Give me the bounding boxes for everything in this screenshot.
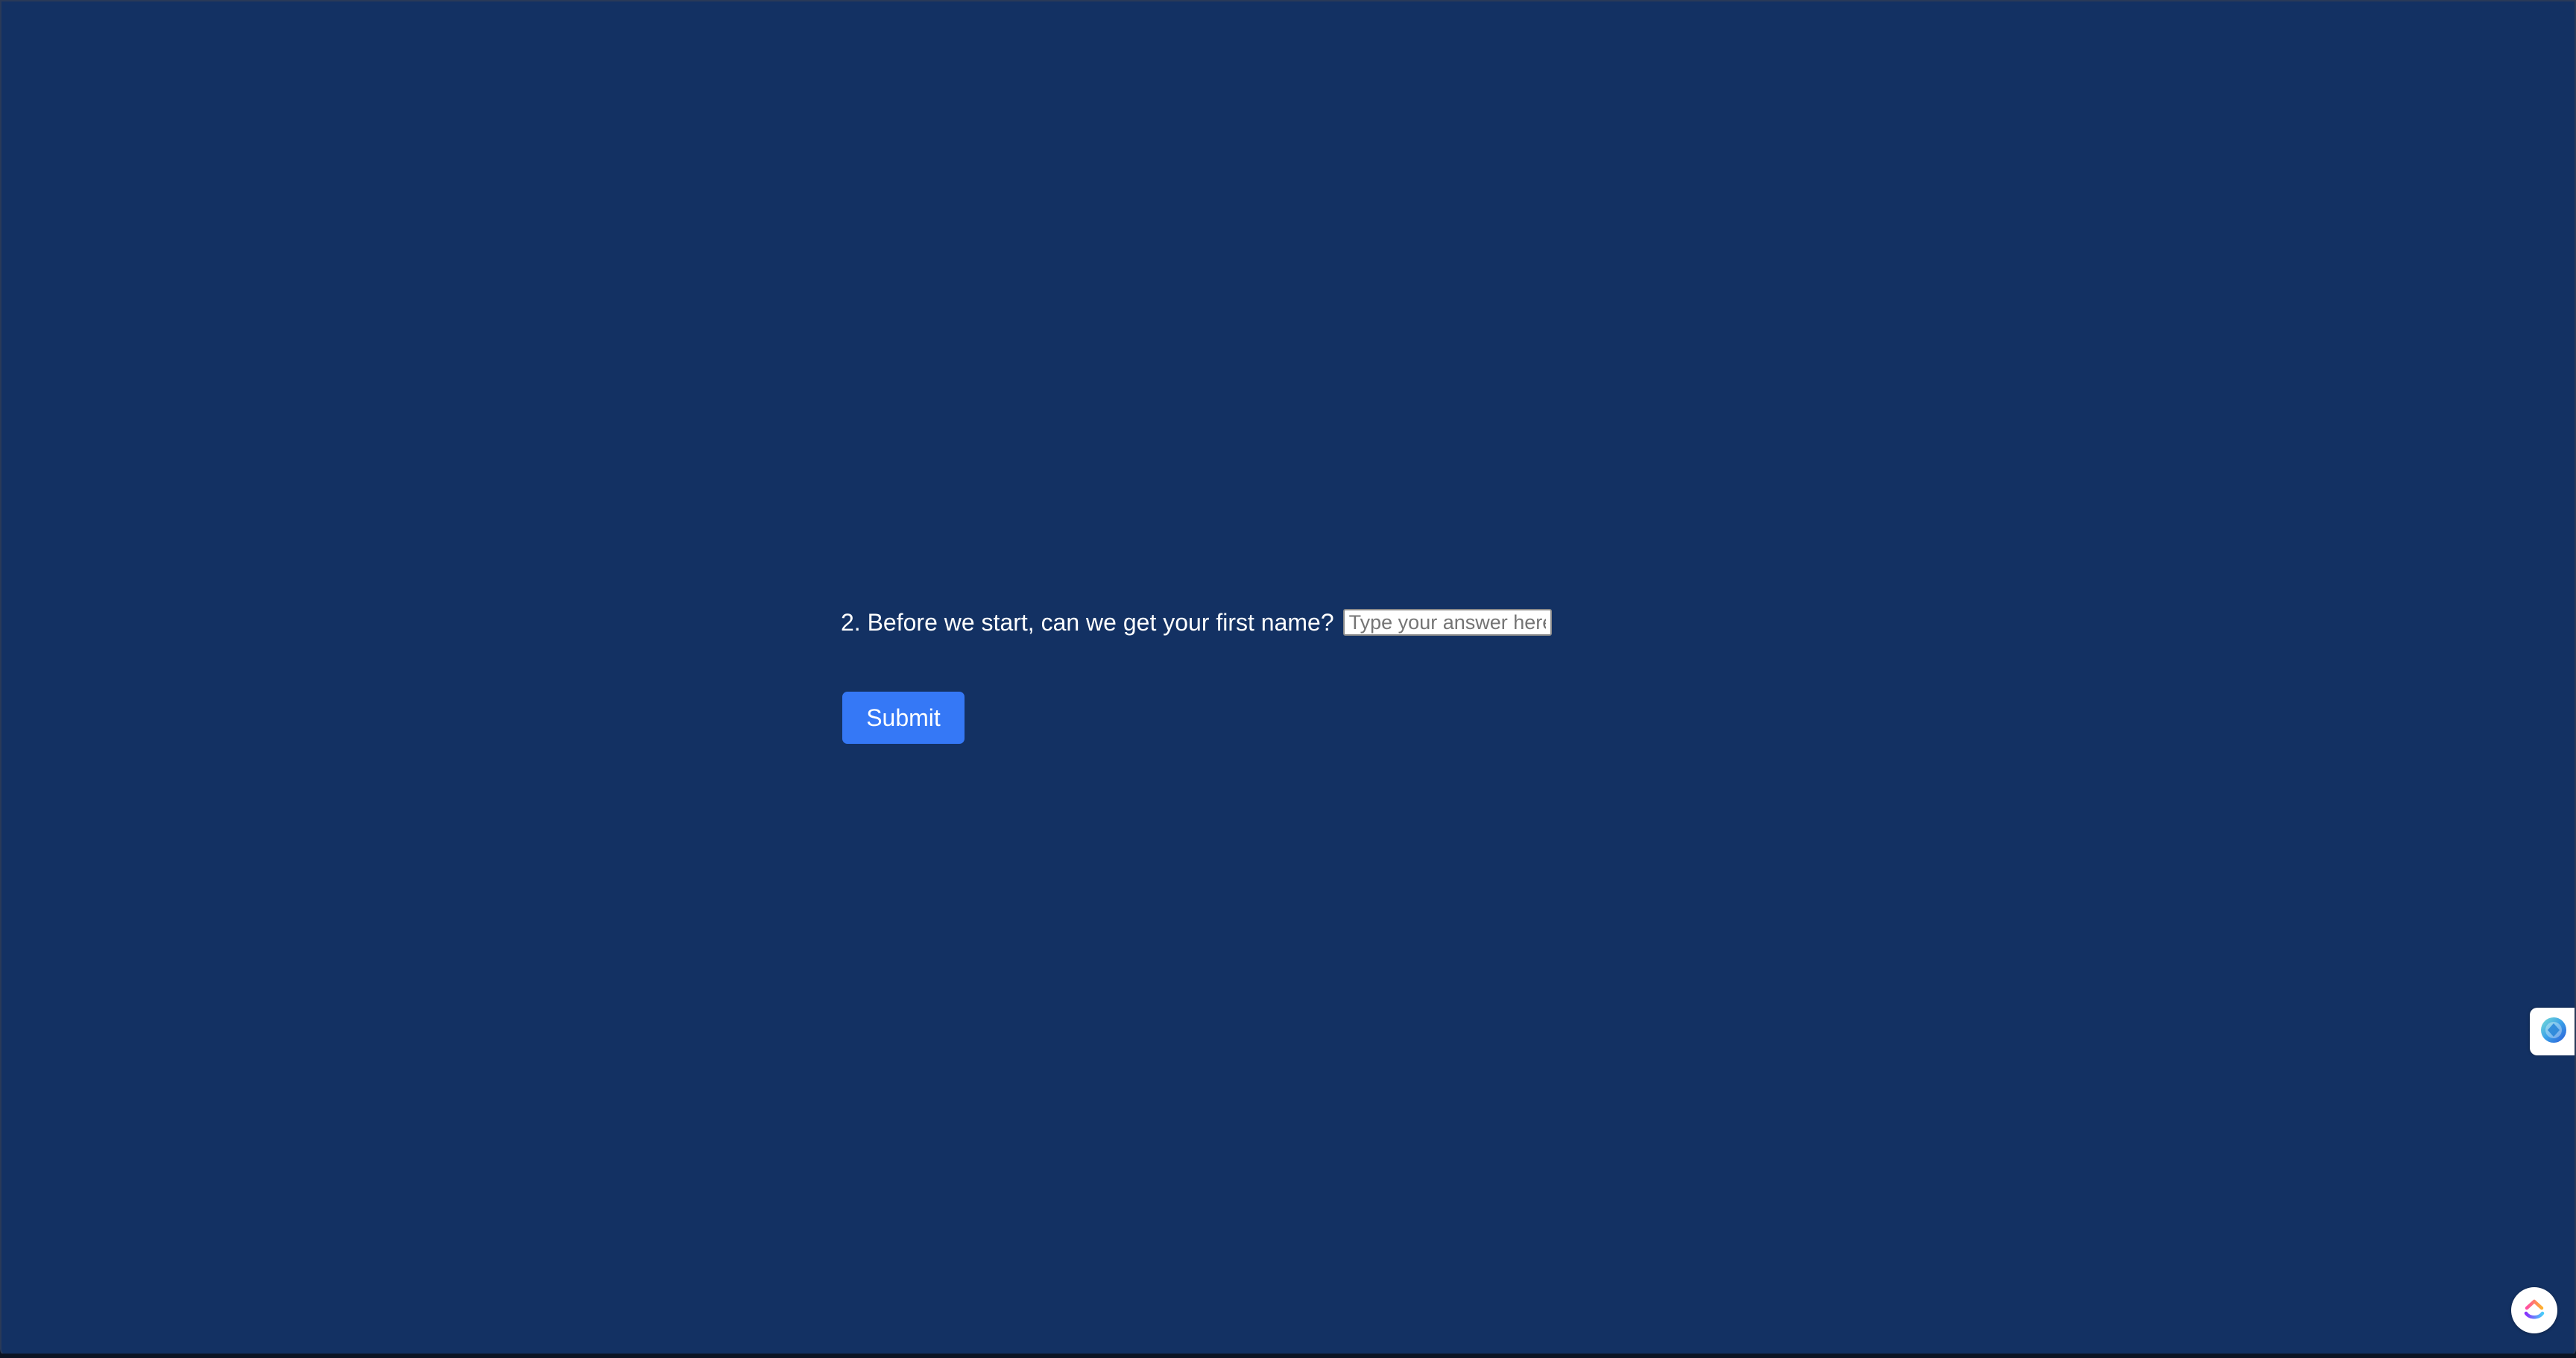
question-label: 2. Before we start, can we get your firs…	[841, 609, 1334, 636]
side-assistant-widget[interactable]	[2530, 1008, 2575, 1055]
submit-button[interactable]: Submit	[842, 692, 965, 744]
help-launcher-button[interactable]	[2511, 1287, 2557, 1333]
bottom-edge	[0, 1354, 2576, 1358]
first-name-input[interactable]	[1342, 609, 1552, 636]
question-row: 2. Before we start, can we get your firs…	[841, 601, 1552, 643]
assistant-orb-icon	[2539, 1015, 2569, 1049]
form-page: 2. Before we start, can we get your firs…	[0, 0, 2576, 1357]
clickup-logo-icon	[2519, 1294, 2549, 1327]
question-form: 2. Before we start, can we get your firs…	[841, 601, 1552, 643]
